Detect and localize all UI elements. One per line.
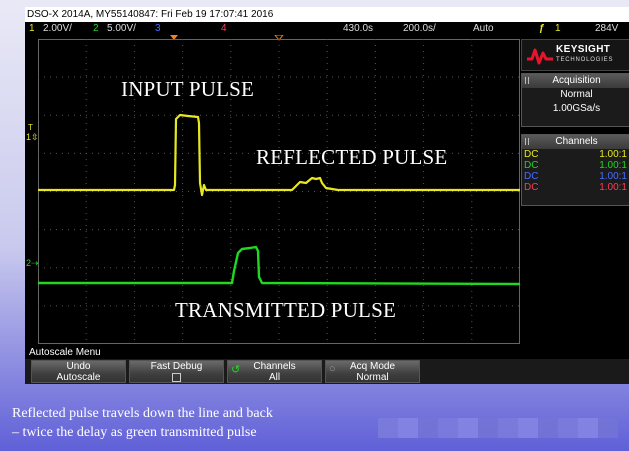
ch2-scale[interactable]: 5.00V/ bbox=[107, 22, 136, 36]
input-pulse-label: INPUT PULSE bbox=[121, 77, 255, 101]
sample-rate: 1.00GSa/s bbox=[552, 103, 601, 114]
time-delay[interactable]: 430.0s bbox=[343, 22, 373, 36]
ch2-number[interactable]: 2 bbox=[93, 22, 99, 36]
fast-debug-checkbox[interactable] bbox=[172, 373, 181, 382]
softkey-bar: Undo Autoscale Fast Debug ↺ Channels All… bbox=[25, 359, 629, 384]
trigger-level-marker[interactable]: T bbox=[28, 123, 33, 132]
trigger-level[interactable]: 284V bbox=[595, 22, 618, 36]
transmitted-pulse-label: TRANSMITTED PULSE bbox=[175, 298, 396, 322]
time-scale[interactable]: 200.0s/ bbox=[403, 22, 436, 36]
reflected-pulse-label: REFLECTED PULSE bbox=[256, 145, 448, 169]
trigger-mode[interactable]: Auto bbox=[473, 22, 494, 36]
acq-mode-button[interactable]: ○ Acq Mode Normal bbox=[325, 360, 420, 383]
grip-icon bbox=[525, 138, 531, 145]
ch2-ground-marker[interactable]: 2⇢ bbox=[26, 259, 39, 268]
brand-subtitle: TECHNOLOGIES bbox=[556, 57, 614, 63]
ch2-trace bbox=[38, 245, 520, 286]
caption-line-2: – twice the delay as green transmitted p… bbox=[12, 425, 257, 440]
entry-knob-icon: ↺ bbox=[231, 364, 241, 376]
ch1-ground-marker[interactable]: 1⇳ bbox=[26, 133, 39, 142]
caption-line-1: Reflected pulse travels down the line an… bbox=[12, 406, 273, 421]
channels-title: Channels bbox=[555, 136, 598, 147]
settings-bar: 1 2.00V/ 2 5.00V/ 3 4 430.0s 200.0s/ Aut… bbox=[25, 22, 629, 36]
oscilloscope-screen: DSO-X 2014A, MY55140847: Fri Feb 19 17:0… bbox=[25, 7, 629, 384]
channel-row-2: DC 1.00:1 bbox=[524, 160, 627, 171]
ch3-number[interactable]: 3 bbox=[155, 22, 161, 36]
ch1-number[interactable]: 1 bbox=[29, 22, 35, 36]
brand-name: KEYSIGHT bbox=[556, 44, 611, 55]
channels-all-button[interactable]: ↺ Channels All bbox=[227, 360, 322, 383]
channels-box[interactable]: Channels DC 1.00:1 DC 1.00:1 DC 1.00:1 DC 1.… bbox=[521, 134, 629, 206]
trigger-source[interactable]: 1 bbox=[555, 22, 561, 36]
ch1-scale[interactable]: 2.00V/ bbox=[43, 22, 72, 36]
fast-debug-button[interactable]: Fast Debug bbox=[129, 360, 224, 383]
channel-row-3: DC 1.00:1 bbox=[524, 171, 627, 182]
acquisition-mode: Normal bbox=[560, 89, 593, 100]
side-panel: KEYSIGHT TECHNOLOGIES Acquisition Normal… bbox=[521, 39, 629, 344]
acquisition-box[interactable]: Acquisition Normal 1.00GSa/s bbox=[521, 73, 629, 127]
slide-caption: Reflected pulse travels down the line an… bbox=[12, 404, 273, 442]
ch4-number[interactable]: 4 bbox=[221, 22, 227, 36]
acquisition-title: Acquisition bbox=[552, 75, 601, 86]
model-info-bar: DSO-X 2014A, MY55140847: Fri Feb 19 17:0… bbox=[25, 7, 629, 22]
undo-autoscale-button[interactable]: Undo Autoscale bbox=[31, 360, 126, 383]
channel-row-1: DC 1.00:1 bbox=[524, 149, 627, 160]
entry-knob-icon: ○ bbox=[329, 363, 336, 375]
grip-icon bbox=[525, 77, 531, 84]
trigger-edge-icon: ƒ bbox=[539, 23, 545, 34]
blurred-region bbox=[378, 418, 618, 438]
keysight-logo-icon bbox=[527, 48, 553, 65]
menu-title: Autoscale Menu bbox=[29, 347, 101, 358]
waveform-display[interactable]: INPUT PULSE REFLECTED PULSE TRANSMITTED … bbox=[38, 39, 520, 344]
brand-logo: KEYSIGHT TECHNOLOGIES bbox=[521, 39, 629, 71]
channel-row-4: DC 1.00:1 bbox=[524, 182, 627, 193]
